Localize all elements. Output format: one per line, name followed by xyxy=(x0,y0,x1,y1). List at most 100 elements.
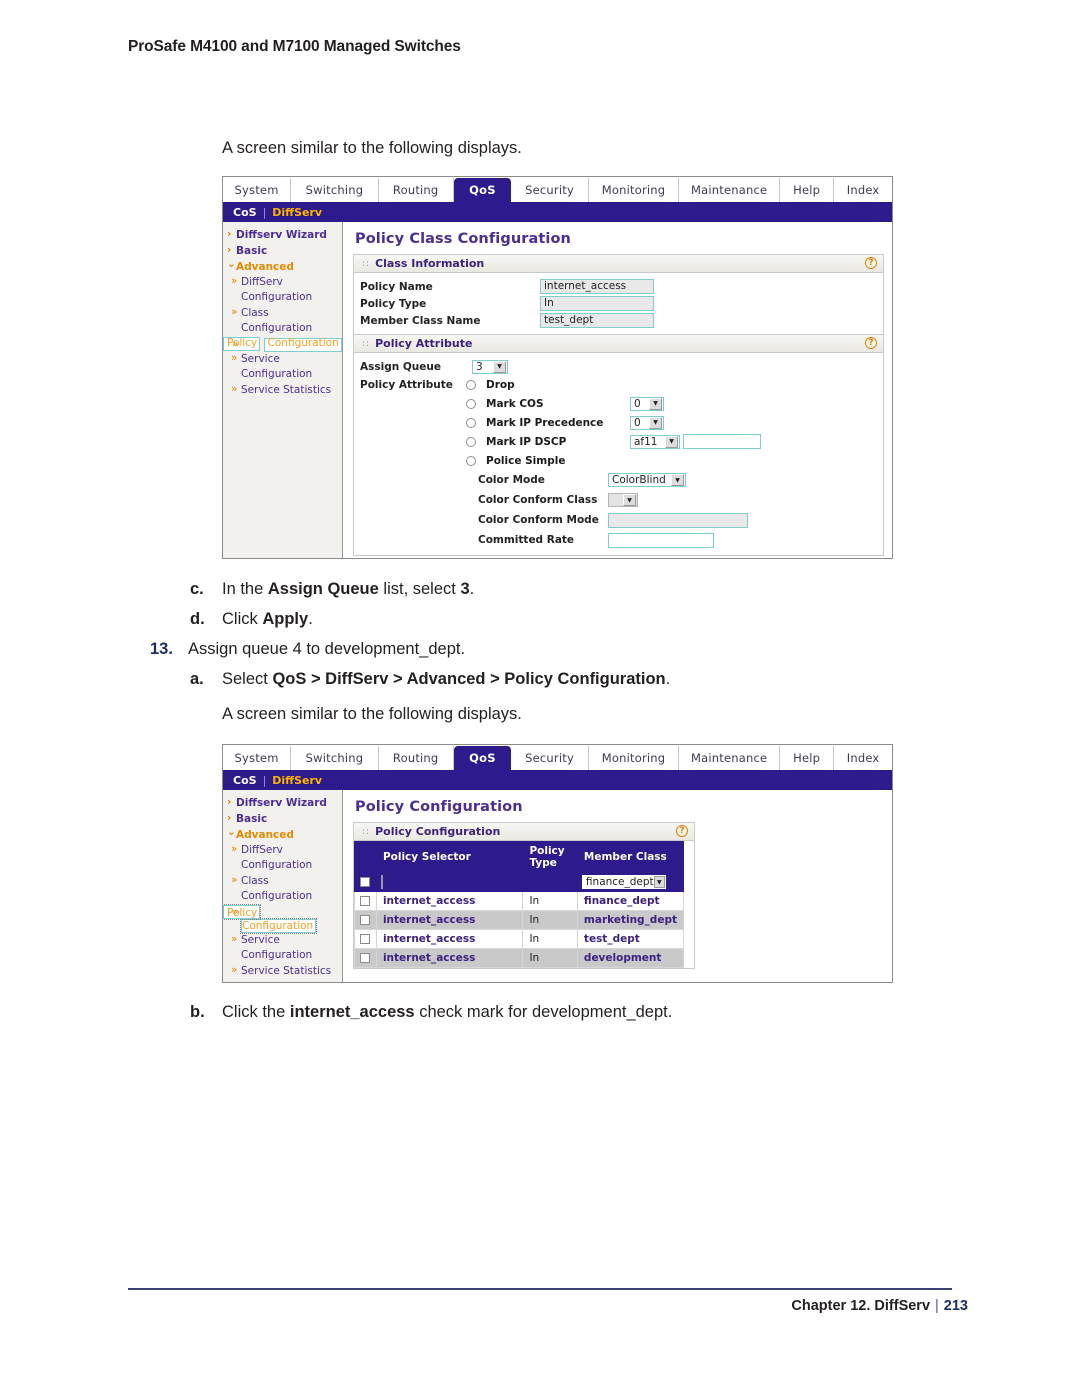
tab-help[interactable]: Help xyxy=(780,178,835,202)
tab-index[interactable]: Index xyxy=(834,746,892,770)
subnav-item-cos[interactable]: CoS xyxy=(233,774,257,787)
table-row[interactable]: internet_access In marketing_dept xyxy=(354,910,685,930)
form-row-mark-ip-dscp: Mark IP DSCP af11 ▼ xyxy=(354,432,883,451)
sidebar-item-policy-configuration[interactable]: Configuration xyxy=(239,918,318,934)
tab-qos[interactable]: QoS xyxy=(453,746,512,770)
checkbox-row[interactable] xyxy=(360,934,371,944)
tab-index[interactable]: Index xyxy=(834,178,892,202)
sidebar-item-diffserv-configuration[interactable]: Configuration xyxy=(223,291,342,307)
screen-1-content: Policy Class Configuration :: Class Info… xyxy=(343,222,892,558)
form-row-committed-rate: Committed Rate xyxy=(478,530,883,550)
sidebar-item-diffserv[interactable]: DiffServ xyxy=(223,843,342,859)
table-header-row: Policy Selector Policy Type Member Class xyxy=(354,841,685,873)
panel-body-policy-configuration: Policy Selector Policy Type Member Class xyxy=(354,841,694,968)
tab-monitoring[interactable]: Monitoring xyxy=(588,746,680,770)
sidebar-item-class[interactable]: Class xyxy=(223,874,342,890)
cell-member-class[interactable]: test_dept xyxy=(576,929,685,949)
tab-help[interactable]: Help xyxy=(780,746,835,770)
radio-mark-ip-precedence[interactable] xyxy=(466,417,476,428)
checkbox-row[interactable] xyxy=(360,896,371,906)
select-color-conform-class[interactable]: ▼ xyxy=(608,493,638,507)
sidebar-item-service-configuration[interactable]: Configuration xyxy=(223,949,342,965)
sidebar-item-diffserv-configuration[interactable]: Configuration xyxy=(223,859,342,875)
chevron-down-icon: ▼ xyxy=(623,494,636,506)
sidebar-item-class-configuration[interactable]: Configuration xyxy=(223,322,342,338)
select-mark-ip-precedence[interactable]: 0 ▼ xyxy=(630,415,664,430)
panel-policy-attribute: :: Policy Attribute ? Assign Queue 3 ▼ P… xyxy=(353,335,884,556)
input-mark-ip-dscp-custom[interactable] xyxy=(683,434,761,449)
select-assign-queue-value: 3 xyxy=(476,360,483,373)
label-assign-queue: Assign Queue xyxy=(360,360,441,373)
tab-switching[interactable]: Switching xyxy=(291,178,379,202)
cell-policy-selector[interactable]: internet_access xyxy=(375,910,524,930)
subnav-item-diffserv[interactable]: DiffServ xyxy=(272,774,322,787)
row-checkbox-cell xyxy=(354,948,377,968)
column-header-policy-selector: Policy Selector xyxy=(375,841,524,873)
cell-policy-selector[interactable]: internet_access xyxy=(375,948,524,968)
input-committed-rate[interactable] xyxy=(608,532,714,548)
radio-mark-ip-dscp[interactable] xyxy=(466,436,476,447)
cell-member-class[interactable]: marketing_dept xyxy=(576,910,685,930)
checkbox-row[interactable] xyxy=(360,915,371,925)
step-c-marker: c. xyxy=(190,580,204,598)
help-icon[interactable]: ? xyxy=(865,257,877,269)
sidebar-item-service-statistics[interactable]: Service Statistics xyxy=(223,964,342,980)
radio-drop[interactable] xyxy=(466,379,476,390)
subnav-item-diffserv[interactable]: DiffServ xyxy=(272,206,322,219)
sidebar-item-service-configuration[interactable]: Configuration xyxy=(223,368,342,384)
sidebar-item-service[interactable]: Service xyxy=(223,933,342,949)
tab-maintenance[interactable]: Maintenance xyxy=(679,178,781,202)
tab-maintenance[interactable]: Maintenance xyxy=(679,746,781,770)
select-mark-ip-dscp[interactable]: af11 ▼ xyxy=(630,434,680,449)
radio-mark-cos[interactable] xyxy=(466,398,476,409)
subnav-item-cos[interactable]: CoS xyxy=(233,206,257,219)
sidebar-item-policy-configuration[interactable]: Configuration xyxy=(263,337,342,352)
table-row[interactable]: internet_access In development xyxy=(354,948,685,968)
checkbox-select-all[interactable] xyxy=(360,877,371,887)
sidebar-item-service-statistics[interactable]: Service Statistics xyxy=(223,383,342,399)
tab-security[interactable]: Security xyxy=(511,746,589,770)
cell-policy-selector[interactable]: internet_access xyxy=(375,891,524,911)
sidebar-item-diffserv-wizard[interactable]: Diffserv Wizard xyxy=(223,227,342,243)
tab-system[interactable]: System xyxy=(223,746,292,770)
form-row-color-conform-mode: Color Conform Mode xyxy=(478,510,883,530)
sidebar-item-advanced[interactable]: Advanced xyxy=(223,257,342,275)
table-row[interactable]: internet_access In finance_dept xyxy=(354,891,685,911)
help-icon[interactable]: ? xyxy=(865,337,877,349)
sidebar-item-diffserv[interactable]: DiffServ xyxy=(223,275,342,291)
sidebar-item-diffserv-wizard[interactable]: Diffserv Wizard xyxy=(223,795,342,811)
radio-police-simple[interactable] xyxy=(466,455,476,466)
tab-switching[interactable]: Switching xyxy=(291,746,379,770)
sidebar-item-policy[interactable]: Policy xyxy=(223,337,261,352)
tab-system[interactable]: System xyxy=(223,178,292,202)
cell-member-class[interactable]: development xyxy=(576,948,685,968)
cell-policy-selector[interactable]: internet_access xyxy=(375,929,524,949)
cell-member-class[interactable]: finance_dept xyxy=(576,891,685,911)
checkbox-row[interactable] xyxy=(360,953,371,963)
sidebar-item-policy[interactable]: Policy xyxy=(223,904,262,920)
page-title-policy-class-configuration: Policy Class Configuration xyxy=(355,231,571,247)
sidebar-item-basic[interactable]: Basic xyxy=(223,811,342,827)
row-checkbox-cell xyxy=(354,891,377,911)
select-color-mode-value: ColorBlind xyxy=(612,474,666,486)
table-row[interactable]: internet_access In test_dept xyxy=(354,929,685,949)
sidebar-item-advanced[interactable]: Advanced xyxy=(223,825,342,843)
tab-security[interactable]: Security xyxy=(511,178,589,202)
sidebar-item-class[interactable]: Class xyxy=(223,306,342,322)
input-policy-selector-filter[interactable] xyxy=(380,875,383,889)
select-member-class-filter[interactable]: finance_dept ▼ xyxy=(581,875,666,889)
tab-routing[interactable]: Routing xyxy=(378,746,454,770)
sidebar-item-class-configuration[interactable]: Configuration xyxy=(223,890,342,906)
step-d-text: Click Apply. xyxy=(222,610,313,628)
select-mark-cos[interactable]: 0 ▼ xyxy=(630,396,664,411)
help-icon[interactable]: ? xyxy=(676,825,688,837)
tab-routing[interactable]: Routing xyxy=(378,178,454,202)
sidebar-item-service[interactable]: Service xyxy=(223,352,342,368)
select-assign-queue[interactable]: 3 ▼ xyxy=(472,359,508,374)
tab-monitoring[interactable]: Monitoring xyxy=(588,178,680,202)
select-color-mode[interactable]: ColorBlind ▼ xyxy=(608,473,686,487)
tab-qos[interactable]: QoS xyxy=(453,178,512,202)
label-policy-attribute: Policy Attribute xyxy=(360,378,453,391)
chevron-down-icon: ▼ xyxy=(653,876,665,888)
sidebar-item-basic[interactable]: Basic xyxy=(223,243,342,259)
